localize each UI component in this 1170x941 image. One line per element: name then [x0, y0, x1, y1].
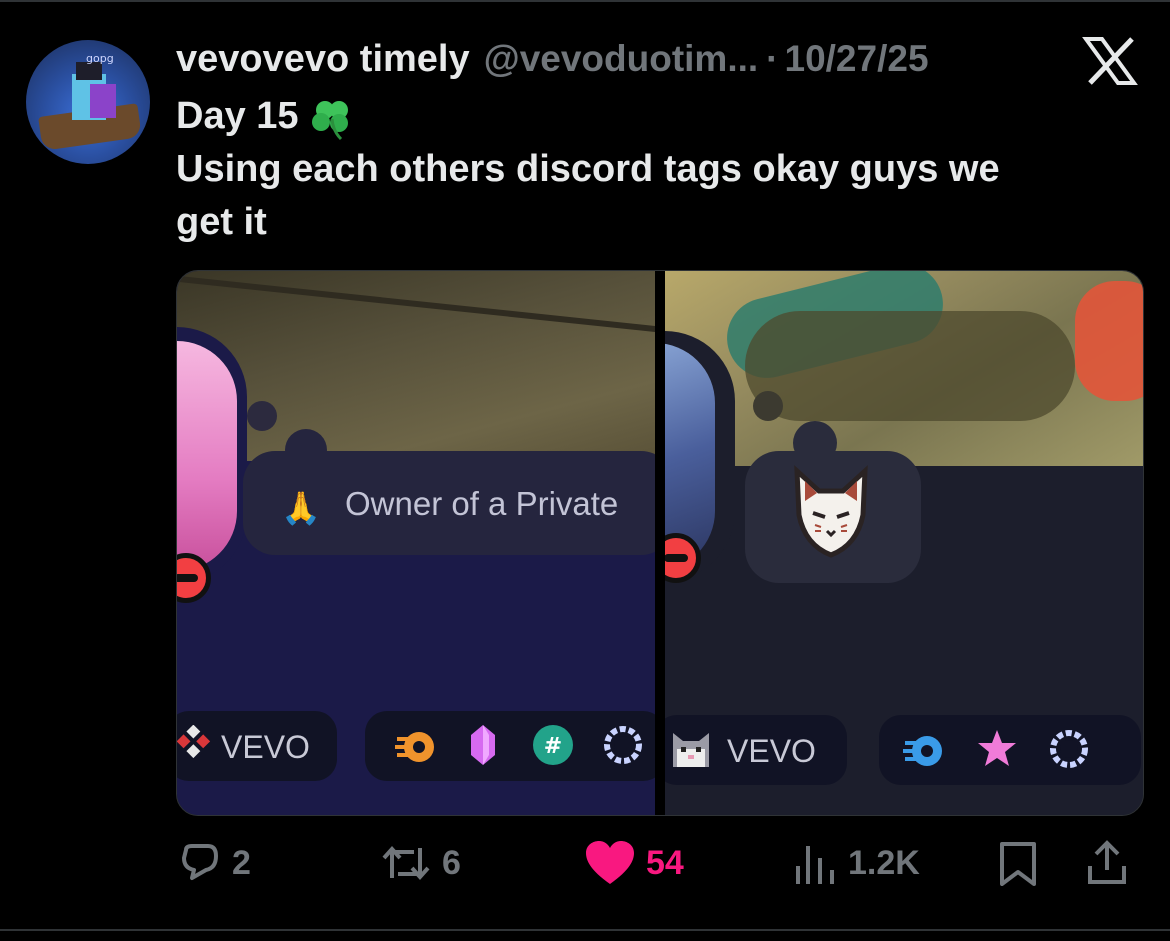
- gem-badge-icon[interactable]: [461, 723, 505, 767]
- top-divider: [0, 0, 1170, 2]
- profile-banner: [177, 271, 655, 461]
- separator: ·: [766, 38, 779, 79]
- pray-emoji-icon: 🙏: [281, 490, 321, 526]
- tweet-text-line2: Using each others discord tags okay guys…: [176, 148, 1000, 190]
- share-icon: [1088, 840, 1126, 884]
- heart-icon: [586, 841, 634, 884]
- avatar[interactable]: gopg: [26, 40, 150, 164]
- badges-row: #: [365, 711, 655, 781]
- badges-row: [879, 715, 1141, 785]
- media-left-panel: 🙏 Owner of a Private VEVO #: [177, 271, 655, 815]
- custom-status-text: Owner of a Private: [345, 485, 619, 522]
- reply-count: 2: [232, 843, 251, 882]
- action-bar: 2 6 54 1.2K: [0, 838, 1170, 888]
- reply-icon: [182, 844, 218, 880]
- fox-mask-icon: [794, 465, 868, 558]
- star-badge-icon[interactable]: [975, 727, 1019, 771]
- boost-badge-icon[interactable]: [901, 729, 945, 773]
- share-button[interactable]: [1084, 838, 1130, 888]
- repost-icon: [382, 845, 430, 881]
- server-tag-chip[interactable]: VEVO: [665, 715, 847, 785]
- repost-count: 6: [442, 843, 461, 882]
- like-button[interactable]: 54: [584, 838, 684, 888]
- views-button[interactable]: 1.2K: [792, 838, 920, 888]
- media-divider: [655, 271, 665, 815]
- display-name[interactable]: vevovevo timely: [176, 38, 470, 81]
- handle[interactable]: @vevoduotim...: [484, 38, 759, 80]
- tweet-text: Day 15 Using each others discord tags ok…: [176, 90, 1136, 249]
- boost-badge-icon[interactable]: [393, 725, 437, 769]
- like-count: 54: [646, 843, 684, 882]
- laurel-badge-icon[interactable]: [601, 723, 645, 767]
- media-right-panel: VEVO: [665, 271, 1143, 815]
- tweet-text-line1: Day 15: [176, 95, 299, 137]
- tweet-text-line3: get it: [176, 201, 267, 243]
- clover-icon: [311, 100, 348, 141]
- bookmark-button[interactable]: [996, 838, 1040, 888]
- tweet-date[interactable]: 10/27/25: [785, 38, 929, 80]
- server-tag-label: VEVO: [221, 729, 310, 765]
- server-tag-chip[interactable]: VEVO: [177, 711, 337, 781]
- cat-tag-icon: [673, 733, 709, 767]
- reply-button[interactable]: 2: [176, 838, 251, 888]
- bottom-divider: [0, 929, 1170, 931]
- hashtag-badge-icon[interactable]: #: [531, 723, 575, 767]
- bookmark-icon: [1000, 842, 1036, 886]
- view-count: 1.2K: [848, 843, 920, 882]
- profile-banner: [665, 271, 1143, 466]
- server-tag-label: VEVO: [727, 733, 816, 769]
- x-logo-icon[interactable]: [1082, 36, 1138, 86]
- tweet-media[interactable]: 🙏 Owner of a Private VEVO # VEVO: [176, 270, 1144, 816]
- laurel-badge-icon[interactable]: [1047, 727, 1091, 771]
- server-tag-icon: [177, 725, 211, 759]
- profile-picture: [177, 341, 237, 571]
- tweet-header: vevovevo timely @vevoduotim... · 10/27/2…: [176, 34, 929, 84]
- views-icon: [796, 846, 834, 884]
- custom-status-bubble: 🙏 Owner of a Private: [243, 451, 655, 555]
- custom-status-bubble: [745, 451, 921, 583]
- avatar-label: gopg: [86, 52, 114, 65]
- repost-button[interactable]: 6: [380, 838, 461, 888]
- svg-text:#: #: [544, 734, 562, 759]
